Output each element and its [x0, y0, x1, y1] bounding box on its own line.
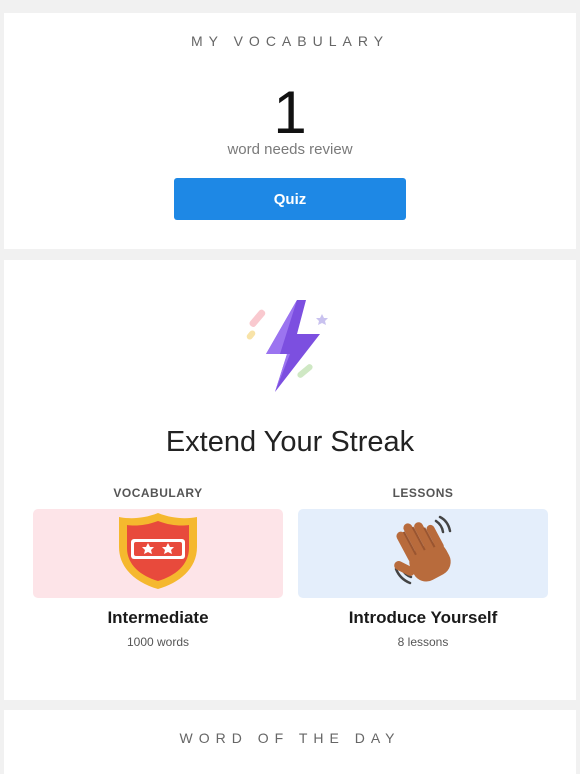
lessons-column-label: LESSONS [392, 486, 454, 500]
lessons-column: LESSONS Introduce Yourself 8 lessons [298, 486, 548, 649]
streak-title: Extend Your Streak [165, 426, 415, 458]
vocabulary-card: MY VOCABULARY 1 word needs review Quiz [4, 13, 576, 249]
waving-hand-icon [388, 511, 458, 596]
vocabulary-tile[interactable] [33, 509, 283, 598]
streak-card: Extend Your Streak VOCABULARY Intermedia… [4, 260, 576, 700]
review-caption: word needs review [227, 141, 353, 158]
review-count: 1 [273, 79, 307, 146]
quiz-button[interactable]: Quiz [174, 178, 406, 220]
vocabulary-header: MY VOCABULARY [190, 33, 390, 49]
vocabulary-tile-subtitle: 1000 words [126, 635, 190, 649]
lessons-tile-subtitle: 8 lessons [397, 635, 449, 649]
word-of-the-day-card: WORD OF THE DAY [4, 710, 576, 774]
lessons-tile-title: Introduce Yourself [348, 608, 498, 627]
vocabulary-column: VOCABULARY Intermediate 1000 words [33, 486, 283, 649]
word-of-the-day-header: WORD OF THE DAY [179, 730, 401, 746]
shield-stars-icon [115, 511, 201, 596]
lessons-tile[interactable] [298, 509, 548, 598]
vocabulary-tile-title: Intermediate [107, 608, 209, 627]
vocabulary-column-label: VOCABULARY [113, 486, 203, 500]
lightning-bolt-icon [242, 296, 332, 396]
